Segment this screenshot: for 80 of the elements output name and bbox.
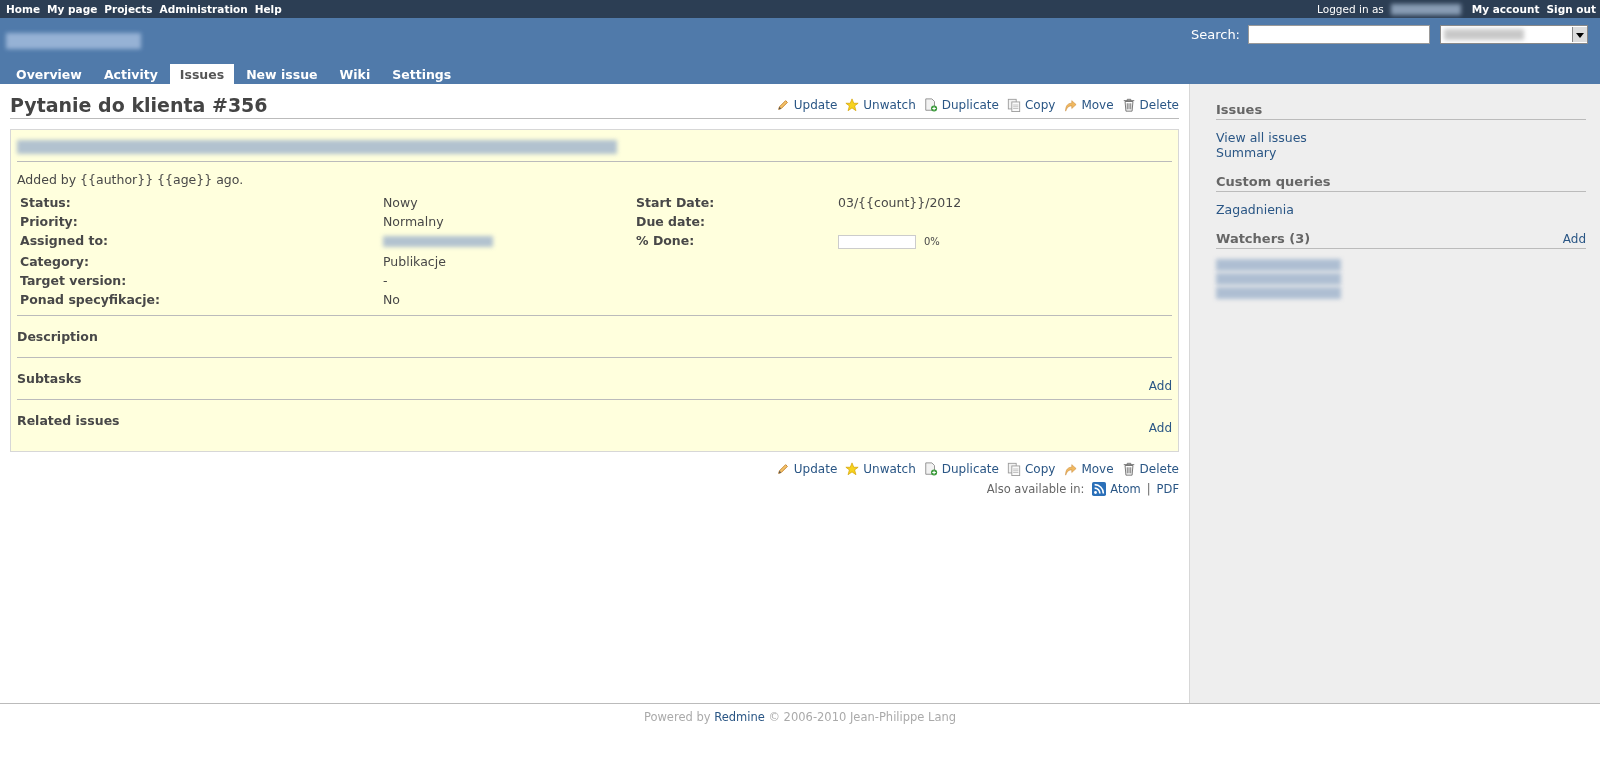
section-heading: Subtasks	[17, 371, 82, 386]
tab[interactable]: Overview	[6, 64, 92, 84]
action-link[interactable]: Delete	[1139, 462, 1179, 476]
issue-title: Pytanie do klienta #356	[10, 94, 268, 116]
pages-icon	[1006, 462, 1021, 476]
also-available-label: Also available in:	[986, 482, 1085, 496]
field-value: -	[383, 273, 388, 288]
action-link[interactable]: Copy	[1024, 462, 1056, 476]
export-link[interactable]: PDF	[1156, 482, 1179, 496]
top-menu-link[interactable]: Projects	[104, 3, 153, 15]
field-label: Priority:	[20, 214, 79, 229]
logged-in-label: Logged in as	[1317, 3, 1384, 15]
caret-icon	[1572, 27, 1587, 42]
trash-icon	[1121, 462, 1136, 476]
field-value: 03/{{count}}/2012	[838, 195, 962, 210]
action-link[interactable]: Copy	[1024, 98, 1056, 112]
search-label: Search:	[1190, 27, 1240, 42]
added-by-text: Added by {{author}} {{age}} ago.	[17, 172, 245, 187]
tab[interactable]: Settings	[382, 64, 462, 84]
search-field[interactable]	[1248, 25, 1430, 44]
field-label: Ponad specyfikacje:	[20, 292, 161, 307]
export-link[interactable]: Atom	[1110, 482, 1141, 496]
document-plus-icon	[923, 98, 938, 112]
pages-icon	[1006, 98, 1021, 112]
sidebar-link[interactable]: Zagadnienia	[1216, 202, 1294, 217]
action-link[interactable]: Unwatch	[863, 462, 916, 476]
account-link[interactable]: Sign out	[1546, 3, 1596, 15]
star-icon	[845, 462, 860, 476]
trash-icon	[1121, 98, 1136, 112]
sidebar-heading: Issues	[1216, 102, 1263, 117]
action-link[interactable]: Move	[1081, 462, 1114, 476]
curved-arrow-icon	[1063, 98, 1078, 112]
tab[interactable]: Wiki	[329, 64, 381, 84]
sidebar-link[interactable]: View all issues	[1216, 130, 1307, 145]
add-link[interactable]: Add	[1148, 421, 1172, 435]
field-label: Target version:	[20, 273, 128, 288]
tab[interactable]: Activity	[93, 64, 168, 84]
rss-icon	[1092, 482, 1107, 496]
blurred-username	[1390, 3, 1461, 15]
section-heading: Related issues	[17, 413, 120, 428]
sidebar-heading: Watchers (3)	[1216, 231, 1311, 246]
action-link[interactable]: Unwatch	[863, 98, 916, 112]
field-value: Nowy	[383, 195, 418, 210]
top-menu-link[interactable]: My page	[47, 3, 98, 15]
sidebar-heading: Custom queries	[1216, 174, 1331, 189]
add-link[interactable]: Add	[1562, 232, 1586, 246]
action-link[interactable]: Update	[793, 462, 838, 476]
field-label: Status:	[20, 195, 72, 210]
progress-reading: 0%	[924, 236, 940, 247]
field-value: Publikacje	[383, 254, 446, 269]
field-label: Category:	[20, 254, 90, 269]
star-icon	[845, 98, 860, 112]
field-label: Due date:	[636, 214, 706, 229]
separator: |	[1146, 482, 1151, 496]
footer-text: Powered by Redmine © 2006-2010 Jean-Philippe Lang	[642, 710, 958, 724]
top-menu-link[interactable]: Administration	[159, 3, 248, 15]
field-value: Normalny	[383, 214, 444, 229]
project-dropdown[interactable]	[1440, 25, 1588, 44]
top-menu-link[interactable]: Help	[254, 3, 282, 15]
curved-arrow-icon	[1063, 462, 1078, 476]
pencil-icon	[775, 462, 790, 476]
action-link[interactable]: Duplicate	[941, 462, 999, 476]
account-link[interactable]: My account	[1471, 3, 1540, 15]
action-link[interactable]: Delete	[1139, 98, 1179, 112]
add-link[interactable]: Add	[1148, 379, 1172, 393]
tab[interactable]: Issues	[169, 64, 235, 84]
pencil-icon	[775, 98, 790, 112]
action-link[interactable]: Update	[793, 98, 838, 112]
field-label: Assigned to:	[20, 233, 110, 250]
redmine-link[interactable]: Redmine	[714, 710, 765, 724]
section-heading: Description	[17, 329, 98, 344]
tab[interactable]: New issue	[236, 64, 328, 84]
sidebar-link[interactable]: Summary	[1216, 145, 1277, 160]
field-value: No	[383, 292, 400, 307]
document-plus-icon	[923, 462, 938, 476]
action-link[interactable]: Duplicate	[941, 98, 999, 112]
action-link[interactable]: Move	[1081, 98, 1114, 112]
top-menu-link[interactable]: Home	[6, 3, 41, 15]
field-label: Start Date:	[636, 195, 716, 210]
field-label: % Done:	[636, 233, 696, 250]
